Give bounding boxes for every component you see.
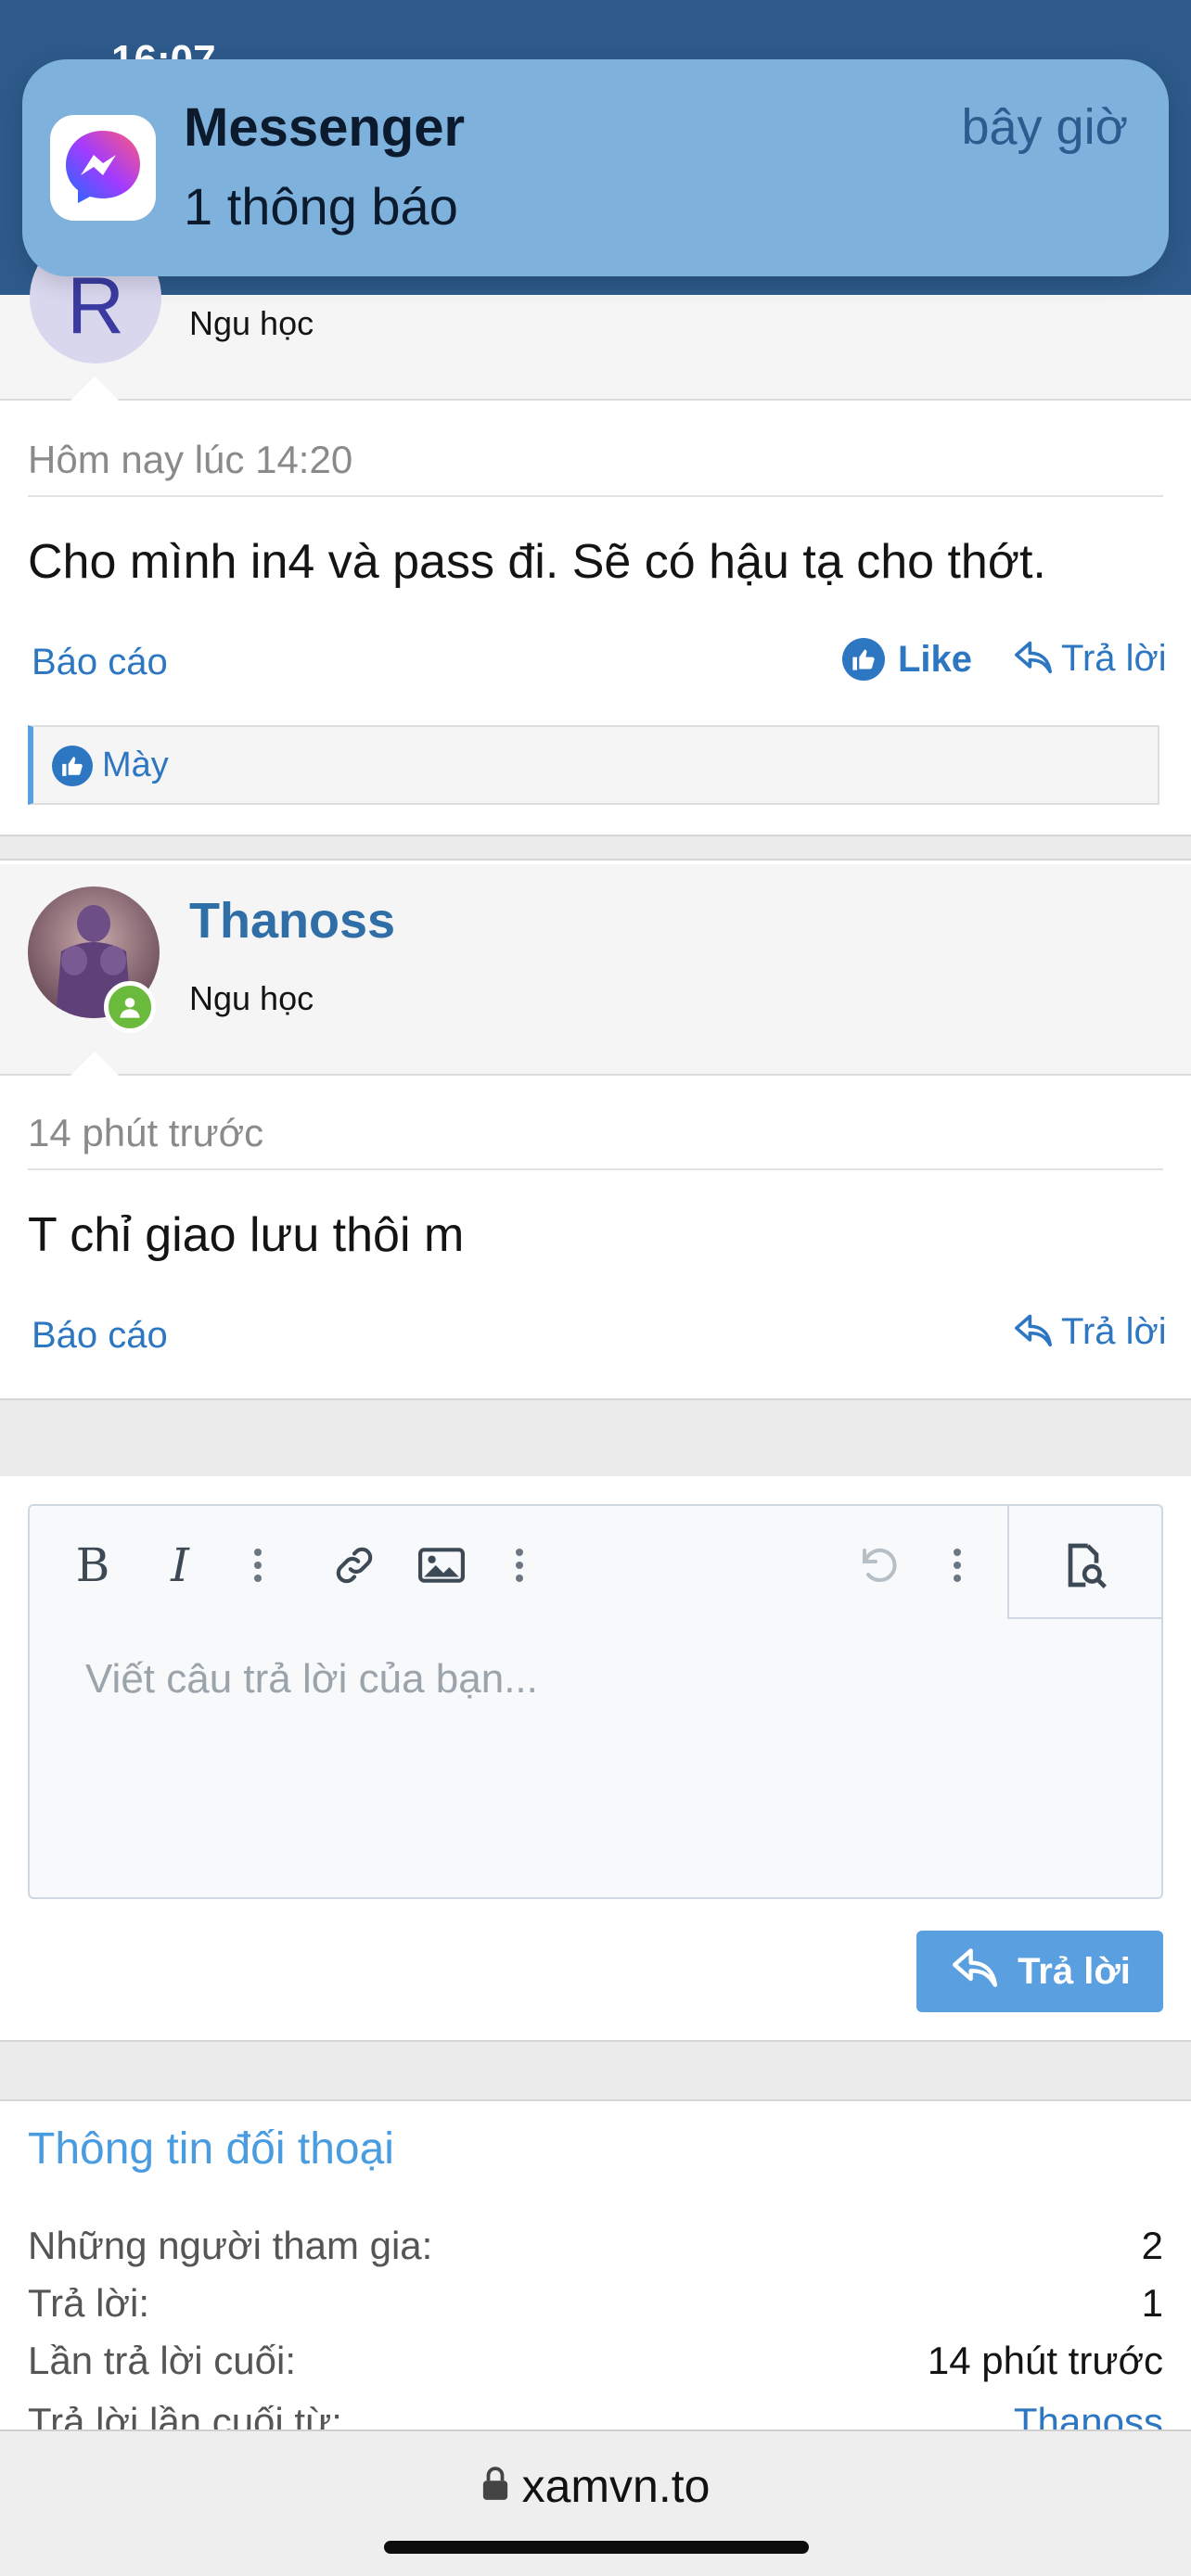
report-link[interactable]: Báo cáo xyxy=(32,1315,168,1357)
reply-label: Trả lời xyxy=(1061,638,1167,679)
messenger-app-icon xyxy=(50,115,156,221)
divider xyxy=(28,1168,1163,1170)
post-user-strip xyxy=(0,864,1191,1076)
post-notch xyxy=(70,1052,119,1076)
divider xyxy=(0,1074,1191,1076)
more-icon[interactable] xyxy=(230,1537,286,1593)
preview-icon[interactable] xyxy=(1056,1537,1111,1593)
divider xyxy=(28,495,1163,497)
reply-icon xyxy=(949,1945,1001,1998)
info-title: Thông tin đối thoại xyxy=(28,2124,394,2174)
divider xyxy=(0,399,1191,401)
report-link[interactable]: Báo cáo xyxy=(32,642,168,683)
thumbs-up-icon xyxy=(842,638,885,681)
liked-by-user[interactable]: Mày xyxy=(102,746,169,785)
notification-banner[interactable] xyxy=(22,59,1169,276)
post-time[interactable]: 14 phút trước xyxy=(28,1111,263,1155)
lock-icon xyxy=(481,2459,509,2513)
reply-link[interactable]: Trả lời xyxy=(1013,638,1167,680)
info-label: Trả lời: xyxy=(28,2281,149,2325)
like-label: Like xyxy=(898,638,973,680)
post-user-strip xyxy=(0,295,1191,399)
reply-icon xyxy=(1013,1311,1054,1353)
like-button[interactable]: Like xyxy=(842,638,972,681)
info-label: Những người tham gia: xyxy=(28,2224,433,2267)
notification-body: 1 thông báo xyxy=(184,177,458,236)
image-icon[interactable] xyxy=(414,1537,469,1593)
info-value: 1 xyxy=(1141,2281,1163,2325)
thumbs-up-icon xyxy=(52,746,93,786)
info-label: Lần trả lời cuối: xyxy=(28,2339,297,2382)
bold-icon[interactable]: B xyxy=(65,1537,121,1593)
reply-link[interactable]: Trả lời xyxy=(1013,1311,1167,1353)
url-display[interactable]: xamvn.to xyxy=(0,2455,1191,2513)
user-role: Ngu học xyxy=(189,979,314,1017)
post-message: T chỉ giao lưu thôi m xyxy=(28,1208,465,1262)
reply-label: Trả lời xyxy=(1061,1311,1167,1352)
undo-icon[interactable] xyxy=(852,1537,907,1593)
notification-time: bây giờ xyxy=(961,99,1128,155)
section-separator xyxy=(0,1398,1191,1476)
submit-reply-button[interactable]: Trả lời xyxy=(916,1931,1163,2012)
post-separator xyxy=(0,835,1191,861)
post-time[interactable]: Hôm nay lúc 14:20 xyxy=(28,438,352,482)
post-message: Cho mình in4 và pass đi. Sẽ có hậu tạ ch… xyxy=(28,535,1046,589)
submit-label: Trả lời xyxy=(1018,1950,1131,1992)
url-text: xamvn.to xyxy=(521,2459,711,2512)
section-separator xyxy=(0,2040,1191,2101)
link-icon[interactable] xyxy=(327,1537,382,1593)
more-icon[interactable] xyxy=(929,1537,985,1593)
reply-icon xyxy=(1013,638,1054,680)
likes-bar xyxy=(28,725,1159,805)
notification-title: Messenger xyxy=(184,97,466,158)
info-value: 2 xyxy=(1141,2224,1163,2267)
editor-placeholder[interactable]: Viết câu trả lời của bạn... xyxy=(85,1656,538,1702)
user-role: Ngu học xyxy=(189,304,314,342)
more-icon[interactable] xyxy=(492,1537,547,1593)
post-notch xyxy=(70,376,119,401)
info-value: 14 phút trước xyxy=(927,2339,1163,2382)
italic-icon[interactable]: I xyxy=(152,1537,208,1593)
online-status-icon xyxy=(104,981,156,1033)
home-indicator[interactable] xyxy=(384,2541,809,2554)
username[interactable]: Thanoss xyxy=(189,892,395,950)
